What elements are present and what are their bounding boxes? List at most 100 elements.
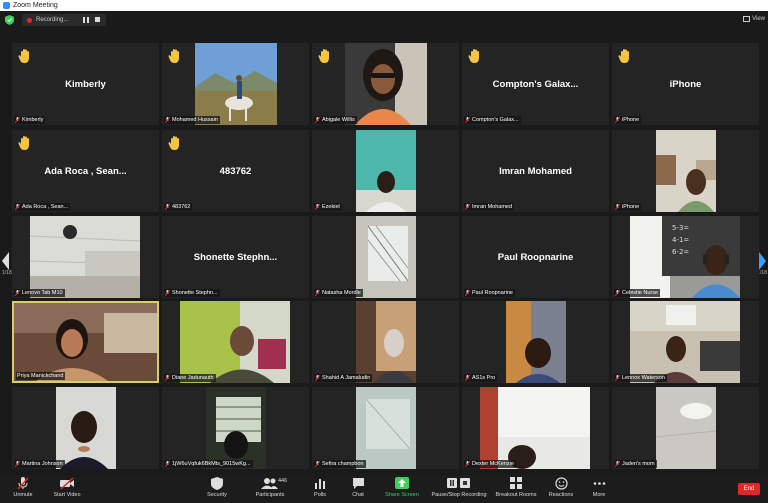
- participant-name-label: Shahid A Jamaludin: [314, 374, 373, 382]
- view-button[interactable]: View: [743, 16, 765, 22]
- participant-name-label: Jaden's mom: [614, 460, 657, 468]
- raised-hand-icon: [18, 49, 29, 63]
- meeting-topbar: Recording... View: [0, 11, 768, 29]
- participant-name-label: 483762: [164, 203, 193, 211]
- participant-name-text: Jaden's mom: [622, 461, 655, 467]
- reactions-label: Reactions: [548, 492, 574, 498]
- participant-video: [480, 387, 590, 469]
- security-button[interactable]: Security: [200, 477, 234, 498]
- participant-name-label: Ezekiel: [314, 203, 342, 211]
- muted-mic-icon: [615, 117, 620, 123]
- end-meeting-button[interactable]: End: [738, 483, 760, 495]
- participant-tile[interactable]: Natasha Mordle: [312, 216, 459, 298]
- participant-name-label: Lennox Waterson: [614, 374, 667, 382]
- participant-tile[interactable]: Shonette Stephn... Shonette Stephn...: [162, 216, 309, 298]
- stop-recording-icon[interactable]: [95, 17, 100, 22]
- pause-recording-label: Pause/Stop Recording: [431, 492, 487, 498]
- svg-text:5-3=: 5-3=: [672, 224, 689, 232]
- participant-name-label: Sefira champbon: [314, 460, 366, 468]
- raised-hand-icon: [168, 49, 179, 63]
- participant-name-text: Abigale Willis: [322, 117, 355, 123]
- participant-name-label: Shonette Stephn...: [164, 289, 220, 297]
- shield-icon[interactable]: [5, 15, 14, 25]
- start-video-button[interactable]: Start Video: [50, 477, 84, 498]
- participant-video: [506, 301, 566, 383]
- participant-tile[interactable]: Ada Roca , Sean... Ada Roca , Sean...: [12, 130, 159, 212]
- participant-name-display: Compton's Galax...: [492, 79, 579, 90]
- breakout-rooms-button[interactable]: Breakout Rooms: [494, 477, 538, 498]
- participant-name-label: AS1s Pro: [464, 374, 498, 382]
- participant-tile[interactable]: Ezekiel: [312, 130, 459, 212]
- participants-label: Participants: [255, 492, 285, 498]
- participant-name-text: Priya Manickchand: [17, 373, 64, 379]
- participant-tile[interactable]: Lenovo Tab M10: [12, 216, 159, 298]
- more-button[interactable]: More: [588, 477, 610, 498]
- zoom-app-icon: [3, 2, 10, 9]
- unmute-label: Unmute: [13, 492, 33, 498]
- security-shield-icon: [211, 477, 223, 490]
- muted-mic-icon: [315, 290, 320, 296]
- participant-name-text: Compton's Galax...: [472, 117, 519, 123]
- polls-label: Polls: [314, 492, 326, 498]
- participant-tile[interactable]: Abigale Willis: [312, 43, 459, 125]
- recording-label: Recording...: [36, 17, 69, 23]
- participant-tile[interactable]: 1jW6uVqfuk6BkMts_9015wKg...: [162, 387, 309, 469]
- meeting-toolbar: Unmute Start Video Security Participants…: [0, 475, 768, 503]
- participant-name-text: Martina Johnson: [22, 461, 63, 467]
- participant-tile[interactable]: Priya Manickchand: [12, 301, 159, 383]
- muted-mic-icon: [165, 117, 170, 123]
- participant-tile[interactable]: iPhone: [612, 130, 759, 212]
- participant-name-text: Shonette Stephn...: [172, 290, 218, 296]
- raised-hand-icon: [318, 49, 329, 63]
- polls-button[interactable]: Polls: [308, 477, 332, 498]
- participant-name-text: Paul Roopnarine: [472, 290, 513, 296]
- more-dots-icon: [593, 482, 605, 485]
- participant-tile[interactable]: AS1s Pro: [462, 301, 609, 383]
- muted-mic-icon: [465, 375, 470, 381]
- participant-video: [656, 387, 716, 469]
- participant-tile[interactable]: Compton's Galax... Compton's Galax...: [462, 43, 609, 125]
- chat-button[interactable]: Chat: [346, 477, 370, 498]
- participant-tile[interactable]: Diane Jadunauth: [162, 301, 309, 383]
- participant-tile[interactable]: Mohamed Hussain: [162, 43, 309, 125]
- pause-recording-icon[interactable]: [82, 17, 90, 23]
- participant-name-label: Diane Jadunauth: [164, 374, 216, 382]
- grid-view-icon: [743, 16, 751, 22]
- muted-mic-icon: [615, 375, 620, 381]
- participant-video: [206, 387, 266, 469]
- pause-stop-recording-button[interactable]: Pause/Stop Recording: [428, 477, 490, 498]
- participant-name-text: AS1s Pro: [472, 375, 496, 381]
- participant-name-label: Celestie Nurse: [614, 289, 661, 297]
- participant-tile[interactable]: Martina Johnson: [12, 387, 159, 469]
- participant-name-text: Shahid A Jamaludin: [322, 375, 371, 381]
- participant-name-label: Imran Mohamed: [464, 203, 515, 211]
- muted-mic-icon: [615, 204, 620, 210]
- participant-video: [630, 301, 740, 383]
- participant-name-label: Lenovo Tab M10: [14, 289, 65, 297]
- participant-name-text: Lenovo Tab M10: [22, 290, 63, 296]
- raised-hand-icon: [18, 136, 29, 150]
- participant-tile[interactable]: Imran Mohamed Imran Mohamed: [462, 130, 609, 212]
- unmute-button[interactable]: Unmute: [8, 477, 38, 498]
- participant-name-label: Paul Roopnarine: [464, 289, 515, 297]
- participant-tile[interactable]: Kimberly Kimberly: [12, 43, 159, 125]
- share-screen-button[interactable]: Share Screen: [382, 477, 422, 498]
- participant-tile[interactable]: Dexter McKenzie: [462, 387, 609, 469]
- participant-name-text: 483762: [172, 204, 191, 210]
- participant-name-text: Kimberly: [22, 117, 44, 123]
- participant-name-text: Ezekiel: [322, 204, 340, 210]
- reactions-button[interactable]: Reactions: [546, 477, 576, 498]
- participant-video: [356, 387, 416, 469]
- participant-tile[interactable]: Shahid A Jamaludin: [312, 301, 459, 383]
- participant-tile[interactable]: Sefira champbon: [312, 387, 459, 469]
- participant-tile[interactable]: Lennox Waterson: [612, 301, 759, 383]
- participant-tile[interactable]: 483762 483762: [162, 130, 309, 212]
- participant-tile[interactable]: iPhone iPhone: [612, 43, 759, 125]
- participant-tile[interactable]: Paul Roopnarine Paul Roopnarine: [462, 216, 609, 298]
- muted-mic-icon: [615, 461, 620, 467]
- share-screen-arrow-icon: [395, 477, 409, 489]
- participant-name-label: iPhone: [614, 116, 642, 124]
- participant-tile[interactable]: 5-3= 4-1= 6-2= Celestie Nurse: [612, 216, 759, 298]
- participant-tile[interactable]: Jaden's mom: [612, 387, 759, 469]
- raised-hand-icon: [468, 49, 479, 63]
